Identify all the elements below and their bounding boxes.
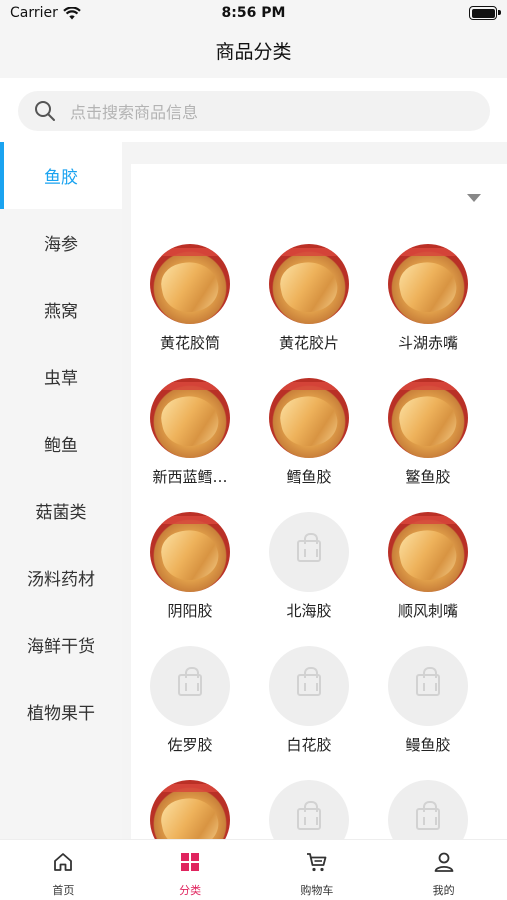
product-image xyxy=(388,244,468,324)
page-title: 商品分类 xyxy=(215,41,292,63)
product-image-placeholder xyxy=(388,646,468,726)
category-sidebar: 鱼胶海参燕窝虫草鲍鱼菇菌类汤料药材海鲜干货植物果干 xyxy=(0,142,122,839)
product-label: 黄花胶片 xyxy=(278,334,339,352)
product-label: 黄花胶筒 xyxy=(159,334,220,352)
sidebar-item[interactable]: 菇菌类 xyxy=(0,477,122,544)
sidebar-item-label: 鱼胶 xyxy=(44,168,78,188)
shopping-bag-icon xyxy=(297,533,321,562)
sidebar-item-label: 虫草 xyxy=(44,369,78,389)
dropdown-caret-icon[interactable] xyxy=(467,194,481,202)
sidebar-item-label: 汤料药材 xyxy=(27,570,95,590)
product-item[interactable] xyxy=(369,780,487,839)
status-time: 8:56 PM xyxy=(221,5,286,21)
shopping-bag-icon xyxy=(297,667,321,696)
product-image xyxy=(150,378,230,458)
search-area: 点击搜索商品信息 xyxy=(0,78,507,142)
product-item[interactable]: 佐罗胶 xyxy=(131,646,249,755)
product-item[interactable] xyxy=(250,780,368,839)
product-label: 鳗鱼胶 xyxy=(405,736,451,754)
product-image xyxy=(150,244,230,324)
battery-icon xyxy=(469,6,501,20)
search-icon xyxy=(35,101,55,121)
search-input[interactable]: 点击搜索商品信息 xyxy=(18,91,490,131)
status-bar: Carrier 8:56 PM xyxy=(0,0,507,30)
product-label: 顺风刺嘴 xyxy=(397,602,458,620)
product-label: 斗湖赤嘴 xyxy=(397,334,458,352)
shopping-bag-icon xyxy=(178,667,202,696)
sidebar-item[interactable]: 海鲜干货 xyxy=(0,611,122,678)
product-item[interactable] xyxy=(131,780,249,839)
product-item[interactable]: 顺风刺嘴 xyxy=(369,512,487,621)
product-image xyxy=(150,780,230,839)
product-image-placeholder xyxy=(269,512,349,592)
product-item[interactable]: 鳘鱼胶 xyxy=(369,378,487,487)
sidebar-item-label: 燕窝 xyxy=(44,302,78,322)
product-content: 黄花胶筒 黄花胶片 斗湖赤嘴新西蓝鳕… 鳕鱼胶 鳘鱼胶阴阳胶 北海胶 顺风刺嘴佐罗胶 白花胶 鳗… xyxy=(122,142,507,839)
sidebar-item[interactable]: 燕窝 xyxy=(0,276,122,343)
product-image-placeholder xyxy=(150,646,230,726)
product-image xyxy=(269,244,349,324)
sidebar-item[interactable]: 汤料药材 xyxy=(0,544,122,611)
product-image xyxy=(388,378,468,458)
tab-bar: 首页 分类 购物车 我的 xyxy=(0,839,507,900)
product-item[interactable]: 阴阳胶 xyxy=(131,512,249,621)
product-image-placeholder xyxy=(269,780,349,839)
product-label: 鳕鱼胶 xyxy=(286,468,332,486)
sidebar-item-label: 菇菌类 xyxy=(35,503,87,523)
product-label: 新西蓝鳕… xyxy=(152,468,228,486)
product-label: 北海胶 xyxy=(286,602,332,620)
product-item[interactable]: 鳕鱼胶 xyxy=(250,378,368,487)
shopping-bag-icon xyxy=(416,801,440,830)
product-panel: 黄花胶筒 黄花胶片 斗湖赤嘴新西蓝鳕… 鳕鱼胶 鳘鱼胶阴阳胶 北海胶 顺风刺嘴佐罗胶 白花胶 鳗… xyxy=(131,164,507,839)
sidebar-item-label: 海鲜干货 xyxy=(27,637,95,657)
tab-user[interactable]: 我的 xyxy=(380,840,507,900)
product-item[interactable]: 黄花胶筒 xyxy=(131,244,249,353)
sidebar-item[interactable]: 鱼胶 xyxy=(0,142,122,209)
product-item[interactable]: 新西蓝鳕… xyxy=(131,378,249,487)
sidebar-item-label: 植物果干 xyxy=(27,704,95,724)
product-image-placeholder xyxy=(269,646,349,726)
product-image xyxy=(388,512,468,592)
cart-icon xyxy=(305,850,329,878)
sidebar-item[interactable]: 植物果干 xyxy=(0,678,122,745)
product-image xyxy=(269,378,349,458)
product-item[interactable]: 鳗鱼胶 xyxy=(369,646,487,755)
product-item[interactable]: 斗湖赤嘴 xyxy=(369,244,487,353)
tab-label: 首页 xyxy=(52,884,75,897)
tab-category[interactable]: 分类 xyxy=(127,840,254,900)
product-label: 鳘鱼胶 xyxy=(405,468,451,486)
product-image xyxy=(150,512,230,592)
product-item[interactable]: 白花胶 xyxy=(250,646,368,755)
user-icon xyxy=(432,850,456,878)
shopping-bag-icon xyxy=(416,667,440,696)
shopping-bag-icon xyxy=(297,801,321,830)
product-item[interactable]: 黄花胶片 xyxy=(250,244,368,353)
home-icon xyxy=(51,850,75,878)
tab-home[interactable]: 首页 xyxy=(0,840,127,900)
product-item[interactable]: 北海胶 xyxy=(250,512,368,621)
product-label: 阴阳胶 xyxy=(167,602,213,620)
tab-label: 我的 xyxy=(432,884,455,897)
search-placeholder: 点击搜索商品信息 xyxy=(70,103,199,122)
tab-cart[interactable]: 购物车 xyxy=(254,840,381,900)
sidebar-item-label: 海参 xyxy=(44,235,78,255)
sidebar-item[interactable]: 虫草 xyxy=(0,343,122,410)
product-label: 白花胶 xyxy=(286,736,332,754)
nav-bar: 商品分类 xyxy=(0,30,507,78)
sidebar-item[interactable]: 鲍鱼 xyxy=(0,410,122,477)
product-image-placeholder xyxy=(388,780,468,839)
sidebar-item[interactable]: 海参 xyxy=(0,209,122,276)
sidebar-item-label: 鲍鱼 xyxy=(44,436,78,456)
product-label: 佐罗胶 xyxy=(167,736,213,754)
category-icon xyxy=(178,850,202,878)
tab-label: 购物车 xyxy=(300,884,334,897)
tab-label: 分类 xyxy=(179,884,202,897)
